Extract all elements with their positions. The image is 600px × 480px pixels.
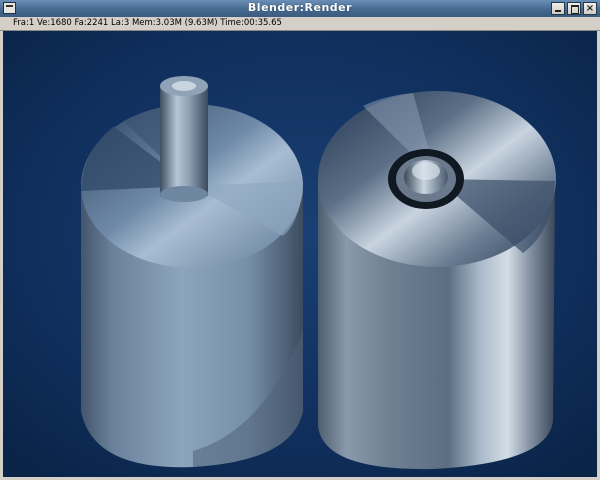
window-title: Blender:Render: [247, 1, 353, 14]
maximize-icon: [571, 5, 579, 14]
left-shaft: [160, 76, 208, 202]
render-window: Blender:Render × Fra:1 Ve:1680 Fa:2241 L…: [0, 0, 600, 480]
close-icon: ×: [585, 3, 595, 14]
maximize-button[interactable]: [567, 2, 581, 15]
render-status-bar: Fra:1 Ve:1680 Fa:2241 La:3 Mem:3.03M (9.…: [0, 17, 600, 31]
render-stats: Fra:1 Ve:1680 Fa:2241 La:3 Mem:3.03M (9.…: [13, 18, 282, 28]
right-cylinder: [318, 91, 556, 470]
close-button[interactable]: ×: [583, 2, 597, 15]
rendered-scene: [3, 31, 597, 478]
minimize-icon: [555, 10, 561, 12]
minimize-button[interactable]: [551, 2, 565, 15]
title-bar[interactable]: Blender:Render ×: [0, 0, 600, 18]
render-viewport: [3, 31, 597, 478]
